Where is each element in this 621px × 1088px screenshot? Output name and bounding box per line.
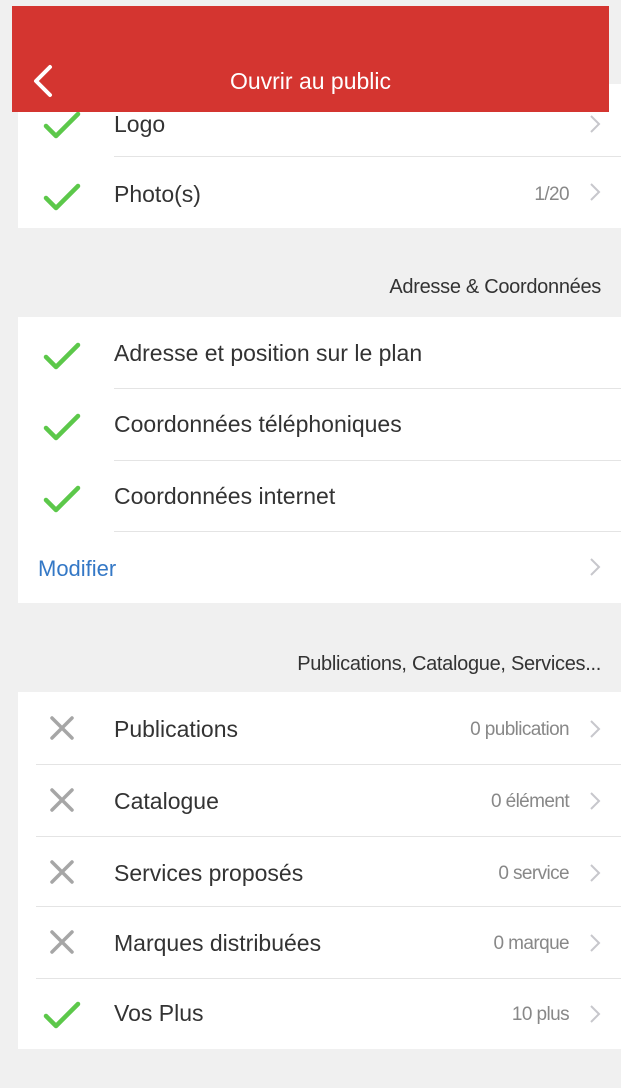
list-item-value: 0 élément	[490, 791, 570, 812]
list-item-value: 0 service	[498, 863, 569, 884]
checkmark-icon	[43, 485, 81, 513]
list-item-label: Marques distribuées	[114, 930, 322, 956]
checkmark-icon	[43, 183, 81, 211]
list-item-address[interactable]: Adresse et position sur le plan	[18, 317, 621, 389]
list-item-label: Coordonnées internet	[114, 483, 336, 509]
chevron-right-icon	[590, 864, 601, 882]
list-item-value: 10 plus	[511, 1004, 570, 1025]
page-title: Ouvrir au public	[229, 68, 392, 94]
list-item-vos-plus[interactable]: Vos Plus 10 plus	[18, 978, 621, 1050]
header-bar: Ouvrir au public	[12, 6, 609, 112]
list-item-internet[interactable]: Coordonnées internet	[18, 460, 621, 532]
cross-icon	[50, 716, 74, 740]
cross-icon	[50, 788, 74, 812]
chevron-right-icon	[590, 934, 601, 952]
list-item-label: Logo	[114, 111, 166, 137]
list-item-label: Adresse et position sur le plan	[114, 340, 423, 366]
checkmark-icon	[43, 342, 81, 370]
chevron-right-icon	[590, 115, 601, 133]
cross-icon	[50, 930, 74, 954]
publications-card: Publications 0 publication Catalogue 0 é…	[18, 692, 621, 1049]
list-item-phone[interactable]: Coordonnées téléphoniques	[18, 388, 621, 460]
list-item-value: 0 marque	[493, 933, 570, 954]
list-item-label: Photo(s)	[114, 181, 201, 207]
list-item-photos[interactable]: Photo(s) 1/20	[18, 156, 621, 228]
list-item-brands[interactable]: Marques distribuées 0 marque	[18, 906, 621, 978]
list-item-value: 1/20	[534, 184, 569, 205]
section-title-address: Adresse & Coordonnées	[389, 276, 601, 298]
chevron-right-icon	[590, 558, 601, 576]
modify-link[interactable]: Modifier	[38, 556, 116, 582]
checkmark-icon	[43, 1001, 81, 1029]
list-item-label: Publications	[114, 716, 239, 742]
list-item-publications[interactable]: Publications 0 publication	[18, 692, 621, 764]
checkmark-icon	[43, 413, 81, 441]
list-item-label: Services proposés	[114, 860, 304, 886]
section-title-publications: Publications, Catalogue, Services...	[297, 653, 601, 675]
address-card: Adresse et position sur le plan Coordonn…	[18, 317, 621, 603]
list-item-label: Catalogue	[114, 788, 219, 814]
list-item-catalogue[interactable]: Catalogue 0 élément	[18, 764, 621, 836]
list-item-services[interactable]: Services proposés 0 service	[18, 836, 621, 908]
chevron-right-icon	[590, 792, 601, 810]
modify-row[interactable]: Modifier	[18, 531, 621, 603]
chevron-right-icon	[590, 720, 601, 738]
list-item-label: Vos Plus	[114, 1000, 204, 1026]
list-item-value: 0 publication	[470, 719, 569, 740]
list-item-label: Coordonnées téléphoniques	[114, 411, 402, 437]
cross-icon	[50, 860, 74, 884]
chevron-right-icon	[590, 1005, 601, 1023]
chevron-right-icon	[590, 183, 601, 201]
